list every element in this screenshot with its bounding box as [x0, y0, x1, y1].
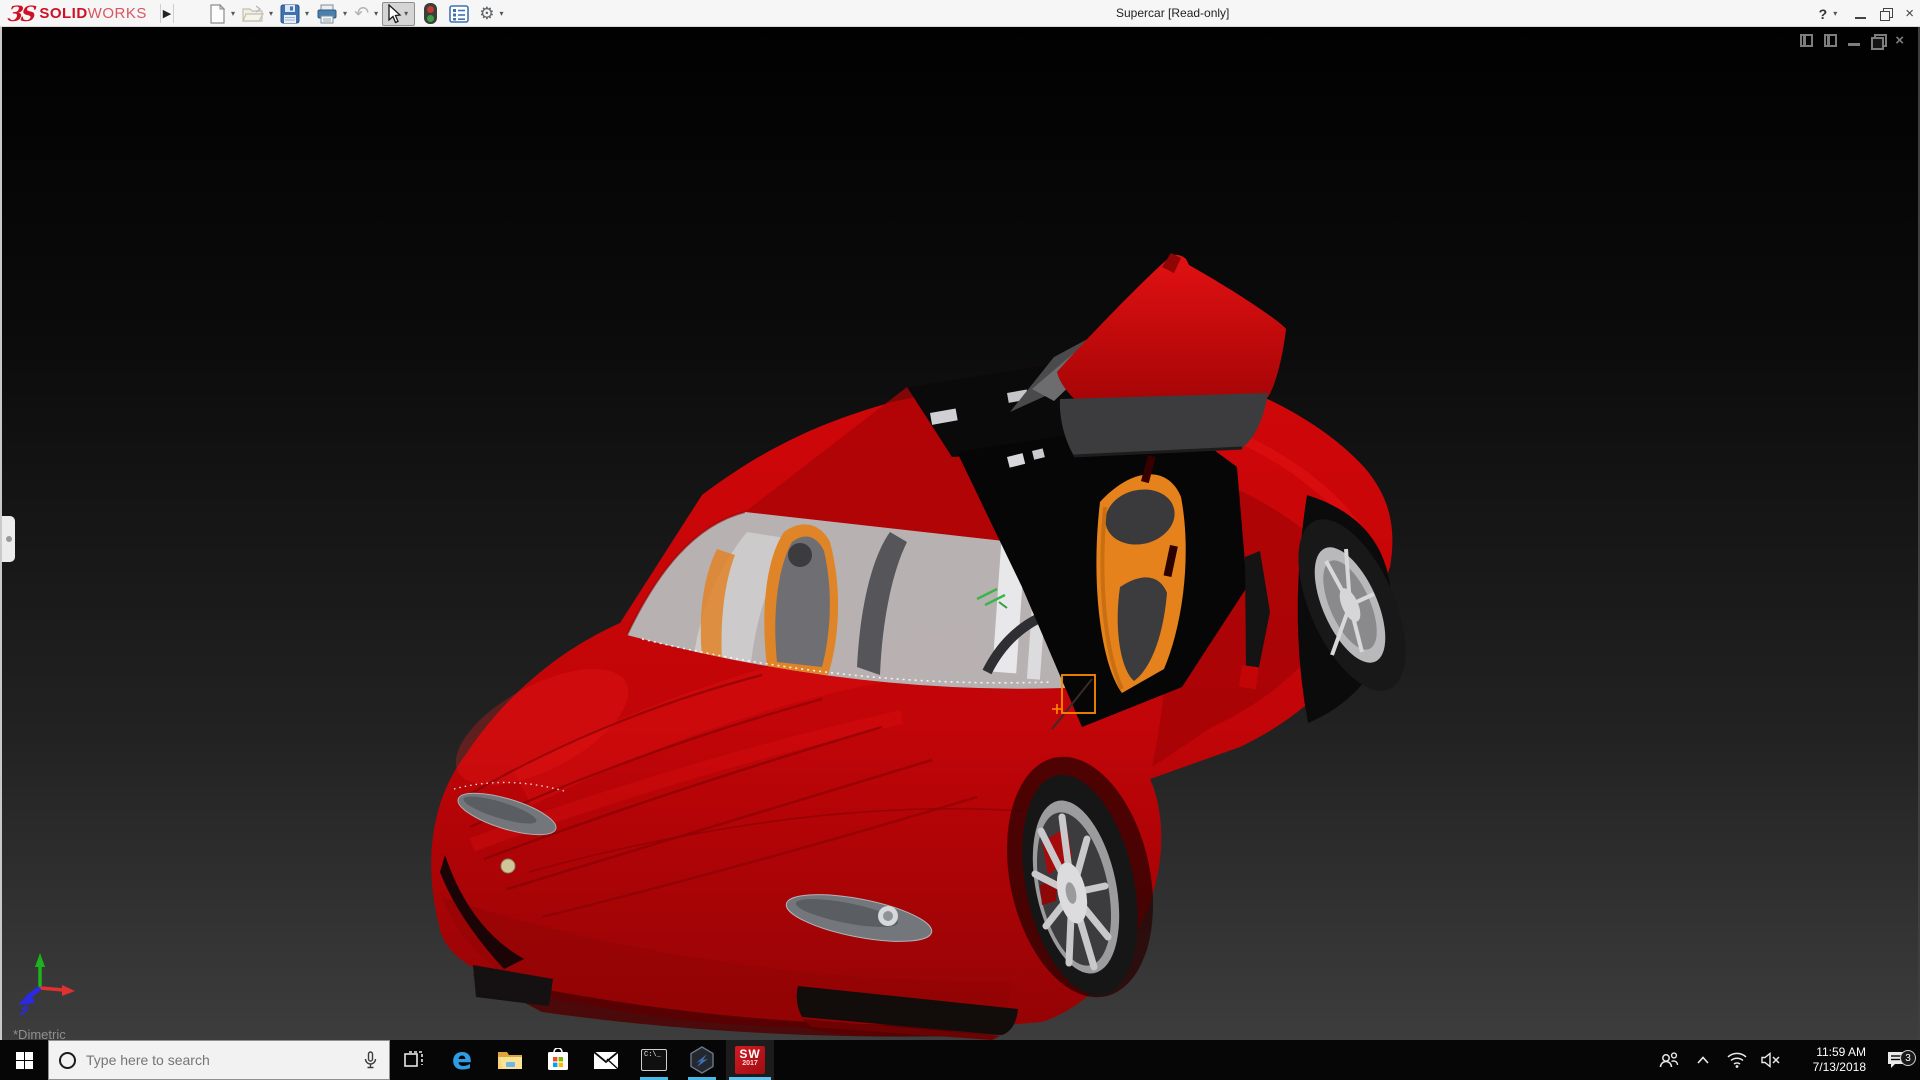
minimize-button[interactable]	[1855, 17, 1866, 19]
new-document-icon	[208, 4, 226, 24]
file-explorer-button[interactable]	[486, 1040, 534, 1080]
options-button[interactable]: ⚙	[476, 2, 497, 26]
doc-close-button[interactable]: ×	[1895, 34, 1904, 47]
undo-caret-icon[interactable]: ▾	[374, 9, 378, 18]
orientation-label: *Dimetric	[13, 1027, 66, 1040]
doc-minimize-button[interactable]	[1848, 43, 1860, 46]
microphone-icon[interactable]	[361, 1051, 379, 1069]
mail-icon	[593, 1051, 619, 1070]
volume-muted-icon[interactable]	[1754, 1052, 1788, 1068]
open-icon	[242, 5, 264, 23]
pane-left-icon[interactable]	[1800, 34, 1813, 47]
notification-badge: 3	[1900, 1050, 1916, 1066]
select-cursor-icon	[385, 4, 402, 24]
open-caret-icon[interactable]: ▾	[269, 9, 273, 18]
wifi-icon[interactable]	[1720, 1052, 1754, 1068]
options-caret-icon[interactable]: ▾	[499, 9, 503, 18]
car-model-render[interactable]	[2, 27, 1920, 1040]
rebuild-button[interactable]	[421, 2, 440, 26]
document-window-controls: ×	[1800, 34, 1904, 47]
close-button[interactable]: ×	[1905, 5, 1914, 22]
solidworks-taskbar-button[interactable]: SW 2017	[726, 1040, 774, 1080]
display-pane-icon	[449, 5, 469, 23]
store-icon	[546, 1048, 570, 1072]
doc-restore-button[interactable]	[1871, 34, 1884, 47]
select-tool-button[interactable]: ▾	[382, 2, 415, 26]
command-prompt-button[interactable]: C:\_	[630, 1040, 678, 1080]
taskbar-clock[interactable]: 11:59 AM 7/13/2018	[1796, 1045, 1866, 1075]
edge-button[interactable]: e	[438, 1040, 486, 1080]
search-input[interactable]	[86, 1052, 351, 1068]
cortana-icon	[59, 1052, 76, 1069]
action-center-button[interactable]: 3	[1874, 1050, 1920, 1070]
print-button[interactable]	[313, 2, 341, 26]
start-button[interactable]	[0, 1040, 48, 1080]
quick-access-toolbar: ▾ ▾ ▾	[205, 1, 507, 26]
help-button[interactable]: ?	[1819, 6, 1828, 22]
store-button[interactable]	[534, 1040, 582, 1080]
undo-icon: ↶	[354, 3, 369, 24]
save-icon	[280, 4, 300, 24]
task-view-button[interactable]	[390, 1040, 438, 1080]
taskbar-search[interactable]	[48, 1040, 390, 1080]
solidworks-logo: ЗS SOLIDWORKS	[8, 2, 147, 25]
undo-button[interactable]: ↶	[351, 2, 372, 26]
window-title: Supercar [Read-only]	[1116, 6, 1229, 20]
solidworks-2017-icon: SW 2017	[735, 1046, 765, 1074]
taskbar: e C:\_	[0, 1040, 1920, 1080]
brand-works: WORKS	[88, 5, 147, 22]
rebuild-traffic-light-icon	[424, 3, 437, 24]
feature-manager-collapsed-tab[interactable]	[2, 516, 15, 562]
reference-triad-icon	[18, 953, 75, 1015]
select-caret-icon[interactable]: ▾	[404, 9, 408, 18]
pane-right-icon[interactable]	[1824, 34, 1837, 47]
graphics-viewport[interactable]: ×	[0, 27, 1920, 1040]
print-caret-icon[interactable]: ▾	[343, 9, 347, 18]
options-gear-icon: ⚙	[479, 4, 494, 24]
people-icon[interactable]	[1652, 1051, 1686, 1069]
title-bar: ЗS SOLIDWORKS ▶ ▾ ▾	[0, 0, 1920, 27]
display-pane-button[interactable]	[446, 2, 472, 26]
new-caret-icon[interactable]: ▾	[231, 9, 235, 18]
tray-date: 7/13/2018	[1796, 1060, 1866, 1075]
mail-button[interactable]	[582, 1040, 630, 1080]
hexagon-app-icon	[689, 1046, 715, 1074]
brand-mark-icon: ЗS	[6, 1, 36, 26]
help-caret-icon[interactable]: ▾	[1833, 9, 1837, 18]
windows-logo-icon	[16, 1052, 33, 1069]
open-button[interactable]	[239, 2, 267, 26]
tray-time: 11:59 AM	[1796, 1045, 1866, 1060]
menu-flyout-arrow-icon[interactable]: ▶	[160, 4, 174, 23]
task-view-icon	[404, 1050, 424, 1070]
hexagon-app-button[interactable]	[678, 1040, 726, 1080]
file-explorer-icon	[497, 1049, 523, 1071]
save-button[interactable]	[277, 2, 303, 26]
window-controls: ? ▾ ×	[1819, 0, 1914, 27]
brand-solid: SOLID	[39, 5, 87, 22]
edge-icon: e	[452, 1045, 472, 1075]
print-icon	[316, 4, 338, 24]
system-tray: 11:59 AM 7/13/2018 3	[1652, 1040, 1920, 1080]
new-document-button[interactable]	[205, 2, 229, 26]
restore-button[interactable]	[1880, 8, 1891, 19]
save-caret-icon[interactable]: ▾	[305, 9, 309, 18]
show-hidden-icons-chevron[interactable]	[1686, 1056, 1720, 1064]
command-prompt-icon: C:\_	[641, 1049, 667, 1071]
